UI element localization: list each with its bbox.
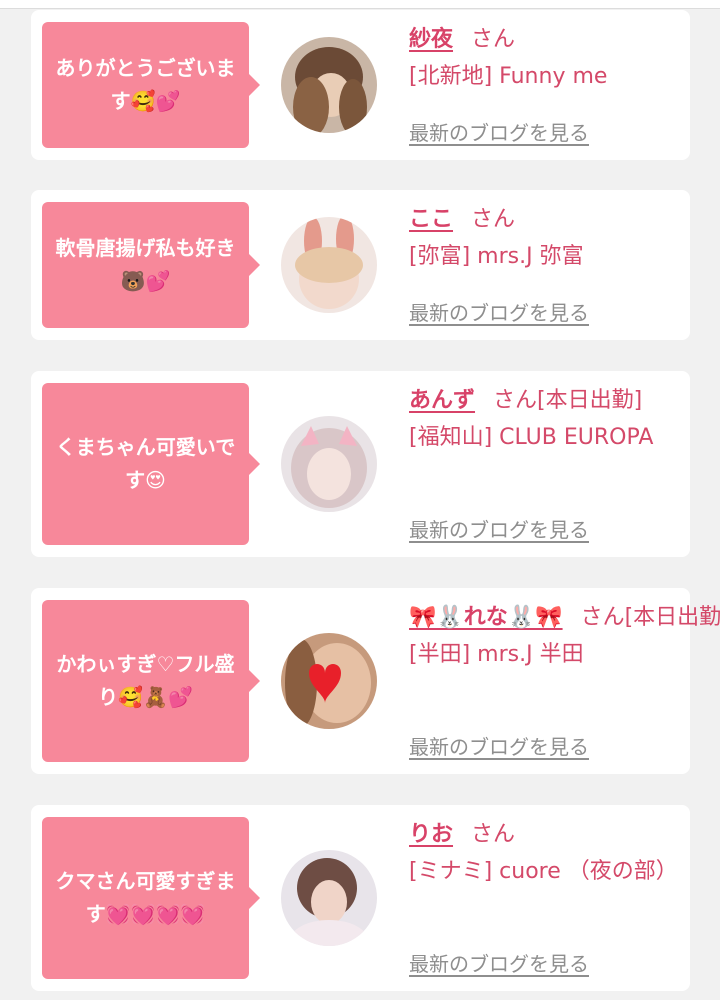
comment-bubble: クマさん可愛すぎます💓💓💓💓 (42, 817, 260, 979)
name-line: 紗夜 さん (409, 21, 679, 58)
shop-label: [ミナミ] cuore （夜の部） (409, 859, 678, 884)
name-line: 🎀🐰れな🐰🎀 さん[本日出勤] (409, 599, 720, 636)
name-suffix: さん (471, 207, 516, 232)
comment-bubble: かわぃすぎ♡フル盛り🥰🧸💕 (42, 600, 260, 762)
comment-text: クマさん可愛すぎます💓💓💓💓 (55, 869, 236, 926)
comment-bubble: 軟骨唐揚げ私も好き🐻💕 (42, 202, 260, 328)
name-suffix: さん[本日出勤] (580, 605, 720, 630)
comment-text: くまちゃん可愛いです😍 (55, 435, 236, 492)
name-suffix: さん[本日出勤] (493, 388, 643, 413)
shop-label: [福知山] CLUB EUROPA (409, 425, 654, 450)
member-name-link[interactable]: あんず (409, 388, 475, 413)
member-info: ここ さん [弥富] mrs.J 弥富 (409, 201, 679, 275)
avatar[interactable] (281, 217, 377, 313)
avatar-image (281, 217, 377, 313)
latest-blog-link[interactable]: 最新のブログを見る (409, 948, 589, 977)
shop-label: [北新地] Funny me (409, 64, 608, 89)
comment-bubble: くまちゃん可愛いです😍 (42, 383, 260, 545)
latest-blog-link[interactable]: 最新のブログを見る (409, 297, 589, 326)
member-info: りお さん [ミナミ] cuore （夜の部） (409, 816, 679, 890)
member-name-link[interactable]: 🎀🐰れな🐰🎀 (409, 605, 563, 630)
name-line: ここ さん (409, 201, 679, 238)
avatar[interactable] (281, 416, 377, 512)
shop-label: [弥富] mrs.J 弥富 (409, 244, 584, 269)
member-name-link[interactable]: りお (409, 822, 453, 847)
comment-text: かわぃすぎ♡フル盛り🥰🧸💕 (56, 652, 235, 709)
comment-text: ありがとうございます🥰💕 (55, 56, 236, 113)
latest-blog-link[interactable]: 最新のブログを見る (409, 514, 589, 543)
name-suffix: さん (471, 27, 516, 52)
comment-card: くまちゃん可愛いです😍 あんず さん[本日出勤] [福知山] CLUB EUROP… (31, 371, 690, 557)
member-info: あんず さん[本日出勤] [福知山] CLUB EUROPA (409, 382, 679, 456)
name-suffix: さん (471, 822, 516, 847)
member-info: 紗夜 さん [北新地] Funny me (409, 21, 679, 95)
top-divider (0, 0, 720, 9)
avatar[interactable] (281, 850, 377, 946)
avatar-image (281, 37, 377, 133)
name-line: りお さん (409, 816, 679, 853)
member-info: 🎀🐰れな🐰🎀 さん[本日出勤] [半田] mrs.J 半田 (409, 599, 720, 673)
comment-card: かわぃすぎ♡フル盛り🥰🧸💕 🎀🐰れな🐰🎀 さん[本日出勤] [半田] mrs.J … (31, 588, 720, 774)
comment-text: 軟骨唐揚げ私も好き🐻💕 (55, 236, 236, 293)
avatar[interactable] (281, 633, 377, 729)
avatar[interactable] (281, 37, 377, 133)
member-name-link[interactable]: ここ (409, 207, 453, 232)
comment-bubble: ありがとうございます🥰💕 (42, 22, 260, 148)
comment-card: 軟骨唐揚げ私も好き🐻💕 ここ さん [弥富] mrs.J 弥富 最新のブログを見る (31, 190, 690, 340)
avatar-image (281, 416, 377, 512)
comment-card: ありがとうございます🥰💕 紗夜 さん [北新地] Funny me 最新のブログを… (31, 10, 690, 160)
member-name-link[interactable]: 紗夜 (409, 27, 453, 52)
latest-blog-link[interactable]: 最新のブログを見る (409, 117, 589, 146)
avatar-image (281, 633, 377, 729)
avatar-image (281, 850, 377, 946)
shop-label: [半田] mrs.J 半田 (409, 642, 584, 667)
comment-card: クマさん可愛すぎます💓💓💓💓 りお さん [ミナミ] cuore （夜の部） 最新… (31, 805, 690, 991)
latest-blog-link[interactable]: 最新のブログを見る (409, 731, 589, 760)
name-line: あんず さん[本日出勤] (409, 382, 679, 419)
